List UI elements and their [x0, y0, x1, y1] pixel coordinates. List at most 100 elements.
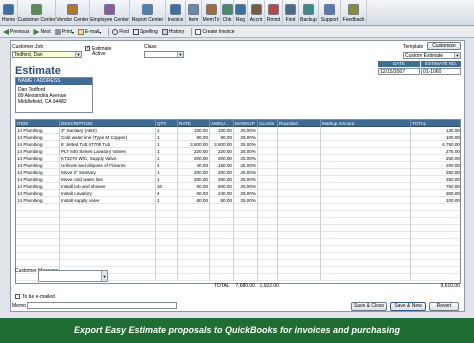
iconbar-check-button[interactable]: Chk [221, 0, 234, 25]
table-cell: 100.00 [178, 127, 210, 134]
table-row[interactable]: 14 Plumbing Cold water line (Type M Coppe… [16, 134, 460, 141]
check-icon [221, 4, 233, 15]
table-row[interactable]: 14 Plumbing Unhook and dispose of Fixture… [16, 162, 460, 169]
class-field[interactable]: ▼ [144, 51, 184, 58]
table-cell [278, 204, 321, 211]
iconbar-invoice-button[interactable]: Invoice [166, 0, 186, 25]
table-cell: 14 Plumbing [16, 169, 60, 176]
table-cell [258, 239, 278, 246]
table-cell [411, 232, 460, 239]
date-field[interactable]: 12/15/2007 [378, 68, 420, 75]
table-cell [16, 246, 60, 253]
table-row[interactable]: 14 Plumbing Install Lavatory 4 60.00 240.00 2… [16, 190, 460, 197]
table-cell [234, 239, 258, 246]
table-cell [321, 162, 411, 169]
table-cell [258, 232, 278, 239]
estimate-active-checkbox[interactable]: ✓ [85, 45, 90, 51]
iconbar-employee-center-button[interactable]: Employee Center [90, 0, 130, 25]
table-row[interactable]: 14 Plumbing 3" Sanitary (ABS) 1 100.00 100.0… [16, 127, 460, 134]
table-row[interactable] [16, 239, 460, 246]
find-button[interactable]: Find [112, 29, 129, 35]
home-icon [3, 4, 14, 15]
previous-button[interactable]: Previous [3, 29, 29, 35]
iconbar-feedback-button[interactable]: Feedback [341, 0, 367, 25]
table-row[interactable] [16, 211, 460, 218]
table-cell [156, 260, 178, 267]
column-header: DESCRIPTION [60, 120, 156, 127]
table-row[interactable] [16, 232, 460, 239]
customize-button[interactable]: Customize [427, 42, 461, 50]
iconbar-label: Item [188, 17, 199, 23]
email-button[interactable]: E-mail ▾ [78, 29, 101, 35]
spelling-button[interactable]: Spelling [132, 29, 158, 35]
table-cell [321, 169, 411, 176]
table-row[interactable]: 14 Plumbing Move cold water line 1 200.00 20… [16, 176, 460, 183]
iconbar-memorized-transactions-button[interactable]: MemTx [202, 0, 221, 25]
spelling-check-icon [132, 29, 139, 35]
table-cell [258, 148, 278, 155]
table-row[interactable] [16, 204, 460, 211]
table-header: ITEM DESCRIPTION QTY RATE AMOU... MARKUP CLASS… [16, 120, 460, 127]
table-cell: 200.00 [178, 155, 210, 162]
customer-job-field[interactable]: Tedford, Dan ▼ [12, 51, 82, 58]
iconbar-item-button[interactable]: Item [186, 0, 202, 25]
table-row[interactable]: 14 Plumbing Install supply valve 1 80.00 80.… [16, 197, 460, 204]
form-title: Estimate [15, 65, 61, 77]
table-cell [321, 218, 411, 225]
table-cell [178, 211, 210, 218]
table-row[interactable]: 14 Plumbing KT3270 W/C, Supply Valve 1 200.… [16, 155, 460, 162]
table-cell [278, 225, 321, 232]
table-cell [156, 211, 178, 218]
print-button[interactable]: Print ▾ [54, 29, 74, 35]
table-cell [60, 239, 156, 246]
iconbar-reminders-button[interactable]: Rmnd [265, 0, 283, 25]
customer-message-field[interactable]: ▼ [38, 270, 108, 282]
iconbar-customer-center-button[interactable]: Customer Center [17, 0, 56, 25]
table-row[interactable]: 14 Plumbing PLT 640 Series Lavatory Valve… [16, 148, 460, 155]
history-button[interactable]: History [161, 29, 184, 35]
toolbar-divider [108, 28, 110, 36]
table-row[interactable] [16, 260, 460, 267]
iconbar-report-center-button[interactable]: Report Center [130, 0, 166, 25]
find-icon [285, 4, 296, 15]
table-cell: Install supply valve [60, 197, 156, 204]
history-icon [161, 29, 168, 35]
table-cell [411, 260, 460, 267]
next-button[interactable]: Next [33, 29, 51, 35]
memo-field[interactable] [27, 302, 177, 309]
table-cell [278, 134, 321, 141]
estimate-number-label: ESTIMATE NO. [421, 61, 461, 67]
table-row[interactable]: 14 Plumbing 6' Jetted Tub:47700 Tub 1 3,800… [16, 141, 460, 148]
table-row[interactable] [16, 253, 460, 260]
table-cell: Unhook and dispose of Fixtures [60, 162, 156, 169]
table-cell: 1 [156, 169, 178, 176]
to-be-emailed-checkbox[interactable] [15, 294, 20, 299]
table-cell: 100.00 [210, 127, 234, 134]
table-cell: 25.00% [234, 148, 258, 155]
iconbar-home-button[interactable]: Home [0, 0, 18, 25]
save-close-button[interactable]: Save & Close [351, 302, 387, 311]
iconbar-support-button[interactable]: Support [319, 0, 341, 25]
table-row[interactable] [16, 218, 460, 225]
estimate-number-field[interactable]: 01-1060 [421, 68, 461, 75]
iconbar-accounts-button[interactable]: Accnt [248, 0, 265, 25]
save-new-button[interactable]: Save & New [390, 302, 426, 311]
arrow-left-icon [3, 29, 9, 35]
iconbar-find-button[interactable]: Find [283, 0, 299, 25]
iconbar-vendor-center-button[interactable]: Vendor Center [56, 0, 90, 25]
table-cell [178, 225, 210, 232]
template-field[interactable]: Custom Estimate ▼ [403, 52, 461, 59]
iconbar-register-button[interactable]: Reg [234, 0, 248, 25]
template-label: Template [403, 44, 424, 50]
table-row[interactable]: 14 Plumbing Install tub and shower 10 60.00… [16, 183, 460, 190]
create-invoice-button[interactable]: Create Invoice [195, 29, 235, 35]
table-cell [321, 190, 411, 197]
table-cell [60, 211, 156, 218]
table-row[interactable]: 14 Plumbing Move 3" Sanitary 1 200.00 200.00… [16, 169, 460, 176]
iconbar-backup-button[interactable]: Backup [299, 0, 319, 25]
table-cell: 14 Plumbing [16, 148, 60, 155]
revert-button[interactable]: Revert [429, 302, 459, 311]
name-address-box[interactable]: NAME / ADDRESS Dan Tedford 89 Alexandria… [15, 77, 93, 113]
table-row[interactable] [16, 246, 460, 253]
table-row[interactable] [16, 225, 460, 232]
